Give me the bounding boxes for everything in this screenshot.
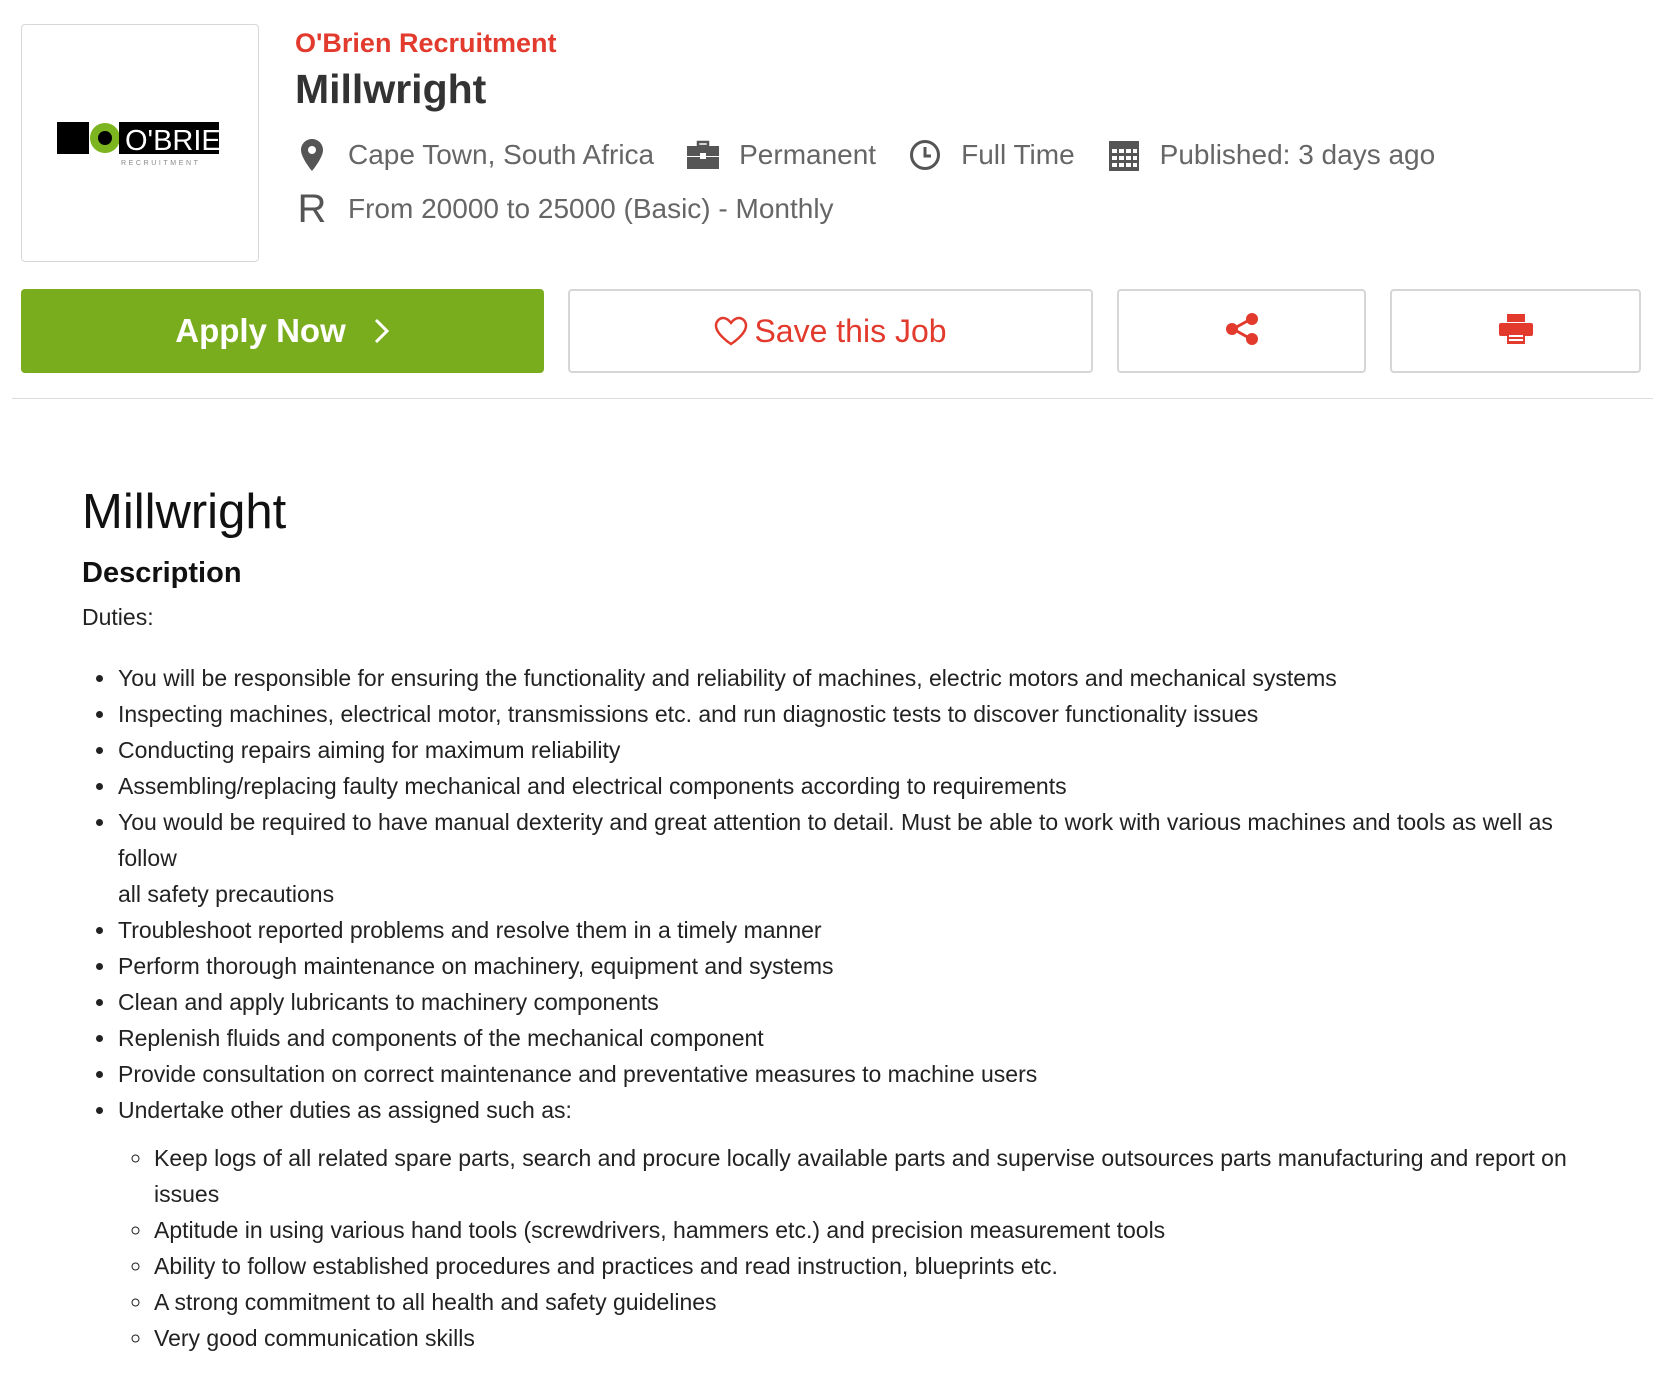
sub-duties-list: Keep logs of all related spare parts, se…	[118, 1140, 1582, 1356]
heart-icon	[714, 316, 748, 346]
description-section-title: Description	[82, 557, 242, 589]
description-heading: Millwright	[82, 485, 287, 539]
logo-text: O'BRIEN	[125, 125, 225, 157]
list-item: Clean and apply lubricants to machinery …	[117, 984, 1582, 1020]
hours-text: Full Time	[961, 139, 1075, 170]
list-item: Provide consultation on correct maintena…	[117, 1056, 1582, 1092]
company-logo[interactable]: O'BRIEN RECRUITMENT	[21, 24, 259, 262]
apply-now-label: Apply Now	[175, 312, 346, 349]
sub-list-item: Keep logs of all related spare parts, se…	[153, 1140, 1582, 1212]
list-item: You will be responsible for ensuring the…	[117, 660, 1582, 696]
printer-icon	[1498, 313, 1533, 349]
print-button[interactable]	[1390, 289, 1641, 373]
save-job-button[interactable]: Save this Job	[568, 289, 1093, 373]
currency-icon: R	[297, 186, 327, 231]
duties-label: Duties:	[82, 604, 154, 630]
share-icon	[1225, 312, 1259, 351]
list-item-text: Undertake other duties as assigned such …	[118, 1097, 572, 1123]
save-job-label: Save this Job	[754, 312, 947, 349]
calendar-icon	[1107, 138, 1141, 172]
location-meta: Cape Town, South Africa	[295, 138, 654, 172]
share-button[interactable]	[1117, 289, 1366, 373]
map-pin-icon	[295, 138, 329, 172]
obrien-logo: O'BRIEN RECRUITMENT	[57, 122, 225, 167]
sub-list-item: A strong commitment to all health and sa…	[153, 1284, 1582, 1320]
chevron-right-icon	[374, 318, 390, 344]
company-name[interactable]: O'Brien Recruitment	[295, 28, 556, 59]
briefcase-icon	[686, 138, 720, 172]
list-item: Perform thorough maintenance on machiner…	[117, 948, 1582, 984]
published-text: Published: 3 days ago	[1159, 139, 1436, 170]
list-item: Inspecting machines, electrical motor, t…	[117, 696, 1582, 732]
logo-subtext: RECRUITMENT	[121, 160, 201, 167]
location-text: Cape Town, South Africa	[348, 139, 655, 170]
list-item: Assembling/replacing faulty mechanical a…	[117, 768, 1582, 804]
list-item: Troubleshoot reported problems and resol…	[117, 912, 1582, 948]
contract-meta: Permanent	[686, 138, 876, 172]
job-title: Millwright	[295, 66, 487, 112]
published-meta: Published: 3 days ago	[1107, 138, 1436, 172]
list-item: Undertake other duties as assigned such …	[117, 1092, 1582, 1356]
list-item: Conducting repairs aiming for maximum re…	[117, 732, 1582, 768]
list-item: You would be required to have manual dex…	[117, 804, 1582, 912]
sub-list-item: Ability to follow established procedures…	[153, 1248, 1582, 1284]
sub-list-item: Very good communication skills	[153, 1320, 1582, 1356]
header-divider	[12, 398, 1653, 399]
sub-list-item: Aptitude in using various hand tools (sc…	[153, 1212, 1582, 1248]
apply-now-button[interactable]: Apply Now	[21, 289, 544, 373]
contract-text: Permanent	[739, 139, 877, 170]
salary-row: R From 20000 to 25000 (Basic) - Monthly	[295, 185, 834, 233]
job-description: Millwright Description Duties: You will …	[82, 482, 1582, 1356]
salary-text: From 20000 to 25000 (Basic) - Monthly	[348, 193, 834, 224]
job-meta-row: Cape Town, South Africa Permanent Full T…	[295, 131, 1467, 179]
clock-icon	[908, 138, 942, 172]
hours-meta: Full Time	[908, 138, 1075, 172]
duties-list: You will be responsible for ensuring the…	[82, 660, 1582, 1356]
list-item: Replenish fluids and components of the m…	[117, 1020, 1582, 1056]
